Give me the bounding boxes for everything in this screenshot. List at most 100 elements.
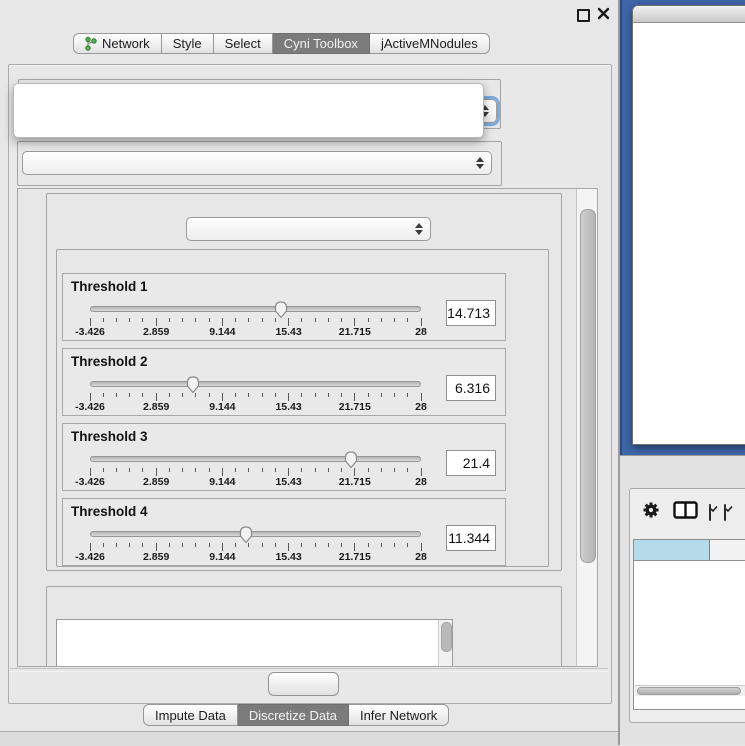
close-icon[interactable] — [597, 7, 610, 20]
checkbox-checked-icon[interactable] — [724, 504, 726, 521]
slider-tick — [222, 543, 223, 551]
slider-tick — [301, 393, 302, 397]
list-scrollbar[interactable] — [438, 620, 452, 667]
thresholds-group: Threshold 1-3.4262.8599.14415.4321.71528… — [56, 249, 549, 567]
threshold-slider-track[interactable] — [90, 306, 421, 312]
number-of-intervals-select[interactable] — [186, 217, 431, 241]
checkbox-checked-icon[interactable] — [709, 504, 711, 521]
slider-tick — [235, 543, 236, 547]
threshold-value-field[interactable]: 14.713 — [446, 300, 496, 326]
slider-tick — [103, 318, 104, 322]
slider-tick — [288, 468, 289, 476]
tab-label: Style — [173, 36, 202, 51]
tab-style[interactable]: Style — [162, 33, 214, 54]
slider-tick — [328, 318, 329, 322]
network-window-titlebar[interactable] — [633, 6, 745, 23]
slider-tick-label: -3.426 — [67, 401, 113, 413]
slider-tick — [341, 468, 342, 472]
slider-tick-label: -3.426 — [67, 551, 113, 563]
settings-scrollbar[interactable] — [576, 189, 597, 666]
slider-tick — [262, 393, 263, 397]
table-panel — [620, 455, 745, 745]
column-header-shared[interactable] — [634, 540, 710, 560]
threshold-slider-track[interactable] — [90, 456, 421, 462]
apply-button[interactable] — [268, 672, 339, 696]
slider-tick — [129, 468, 130, 472]
slider-tick-label: 9.144 — [199, 551, 245, 563]
tab-select[interactable]: Select — [214, 33, 273, 54]
table-hscrollbar-thumb[interactable] — [637, 687, 741, 695]
tab-jactivemnodules[interactable]: jActiveMNodules — [370, 33, 490, 54]
slider-tick — [315, 543, 316, 547]
slider-tick-label: 21.715 — [332, 551, 378, 563]
slider-tick — [275, 393, 276, 397]
slider-tick — [262, 468, 263, 472]
slider-tick — [129, 543, 130, 547]
slider-tick-label: 15.43 — [266, 476, 312, 488]
slider-thumb[interactable] — [343, 450, 359, 469]
threshold-value-field[interactable]: 11.344 — [446, 525, 496, 551]
slider-tick — [394, 393, 395, 397]
slider-tick — [156, 543, 157, 551]
split-view-icon[interactable] — [673, 501, 698, 519]
slider-tick — [248, 318, 249, 322]
tab-label: Cyni Toolbox — [284, 36, 358, 51]
slider-tick — [142, 468, 143, 472]
settings-scrollbar-thumb[interactable] — [580, 209, 596, 563]
tab-infer-network[interactable]: Infer Network — [349, 704, 449, 726]
slider-tick-label: 21.715 — [332, 401, 378, 413]
slider-tick — [407, 543, 408, 547]
slider-thumb[interactable] — [185, 375, 201, 394]
slider-tick — [301, 318, 302, 322]
slider-tick-label: 15.43 — [266, 401, 312, 413]
slider-tick — [368, 468, 369, 472]
tab-label: Infer Network — [360, 708, 437, 723]
table-horizontal-scrollbar[interactable] — [635, 685, 745, 696]
combo-arrows-icon — [415, 218, 423, 240]
slider-tick — [328, 468, 329, 472]
slider-tick — [315, 393, 316, 397]
network-view-window[interactable] — [632, 5, 745, 445]
slider-tick — [354, 468, 355, 476]
slider-thumb[interactable] — [273, 300, 289, 319]
combo-arrows-icon — [476, 152, 484, 174]
tab-impute-data[interactable]: Impute Data — [143, 704, 238, 726]
slider-tick — [195, 318, 196, 322]
numerical-attributes-list[interactable] — [56, 619, 453, 667]
network-canvas[interactable] — [634, 23, 745, 444]
tab-label: Discretize Data — [249, 708, 337, 723]
tab-label: Impute Data — [155, 708, 226, 723]
slider-tick — [288, 393, 289, 401]
slider-tick — [301, 468, 302, 472]
slider-tick — [195, 543, 196, 547]
slider-tick — [407, 393, 408, 397]
threshold-value-field[interactable]: 21.4 — [446, 450, 496, 476]
slider-tick — [169, 318, 170, 322]
column-header-name[interactable] — [710, 540, 745, 560]
slider-tick — [381, 318, 382, 322]
slider-tick — [182, 543, 183, 547]
slider-tick — [182, 468, 183, 472]
slider-thumb[interactable] — [238, 525, 254, 544]
network-icon — [85, 36, 97, 51]
settings-scroll-area: Threshold 1-3.4262.8599.14415.4321.71528… — [17, 188, 598, 667]
slider-tick — [407, 468, 408, 472]
slider-tick — [368, 543, 369, 547]
slider-tick-label: 2.859 — [133, 326, 179, 338]
tab-cyni-toolbox[interactable]: Cyni Toolbox — [273, 33, 370, 54]
float-window-icon[interactable] — [577, 9, 590, 22]
tab-discretize-data[interactable]: Discretize Data — [238, 704, 349, 726]
slider-tick-label: 2.859 — [133, 476, 179, 488]
threshold-panel: Threshold 2-3.4262.8599.14415.4321.71528… — [62, 348, 506, 416]
list-scrollbar-thumb[interactable] — [441, 622, 452, 652]
threshold-slider-track[interactable] — [90, 531, 421, 537]
tab-network[interactable]: Network — [73, 33, 162, 54]
threshold-value-field[interactable]: 6.316 — [446, 375, 496, 401]
slider-tick — [262, 318, 263, 322]
gear-icon[interactable] — [642, 501, 660, 519]
slider-tick — [209, 393, 210, 397]
threshold-slider-track[interactable] — [90, 381, 421, 387]
slider-tick — [116, 543, 117, 547]
threshold-label: Threshold 3 — [71, 429, 148, 444]
table-data-select[interactable] — [22, 151, 492, 175]
